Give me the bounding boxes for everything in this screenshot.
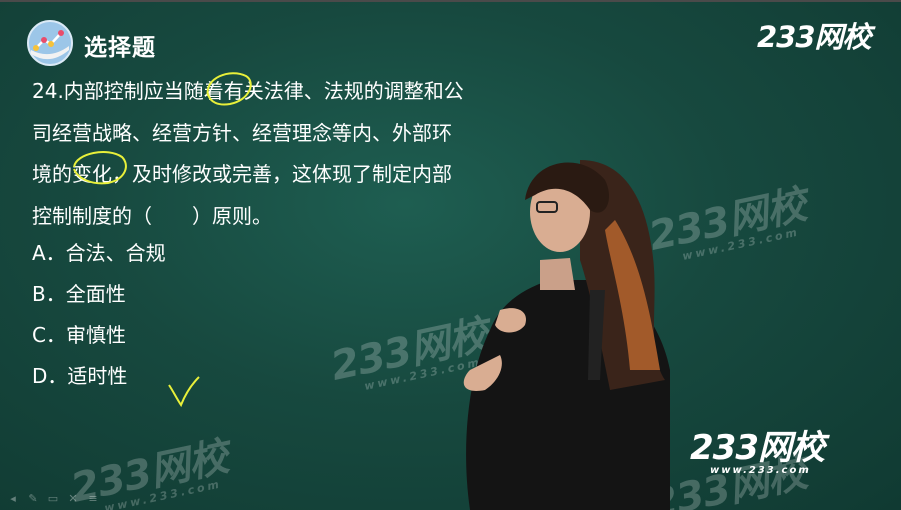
handwritten-underline-annotation: [73, 151, 127, 185]
back-icon[interactable]: ◂: [6, 492, 20, 506]
option-b: B．全面性: [32, 282, 126, 306]
bottom-brand-url: www.233.com: [710, 465, 811, 476]
option-d: D．适时性: [32, 364, 128, 388]
teacher-figure: [463, 160, 670, 510]
option-c: C．审慎性: [32, 323, 126, 347]
eraser-icon[interactable]: ▭: [46, 492, 60, 506]
handwritten-circle-annotation: [206, 72, 252, 106]
answer-options: A．合法、合规 B．全面性 C．审慎性 D．适时性: [32, 233, 166, 397]
pen-icon[interactable]: ✎: [26, 492, 40, 506]
clear-icon[interactable]: ✕: [66, 492, 80, 506]
chart-logo-icon: [27, 20, 73, 66]
question-line: 24.内部控制应当随着有关法律、法规的调整和公: [32, 79, 464, 103]
video-frame: 选择题 233网校 24.内部控制应当随着有关法律、法规的调整和公 司经营战略、…: [0, 0, 901, 510]
brand-logo-bottom: 233网校 www.233.com: [690, 420, 825, 476]
section-title: 选择题: [84, 35, 156, 61]
bottom-brand-name: 233网校: [690, 428, 825, 468]
board-top-edge: [0, 0, 901, 2]
checkmark-icon: [168, 376, 200, 408]
option-a: A．合法、合规: [32, 241, 166, 265]
menu-icon[interactable]: ≡: [86, 492, 100, 506]
brand-logo-top: 233网校: [757, 20, 872, 54]
